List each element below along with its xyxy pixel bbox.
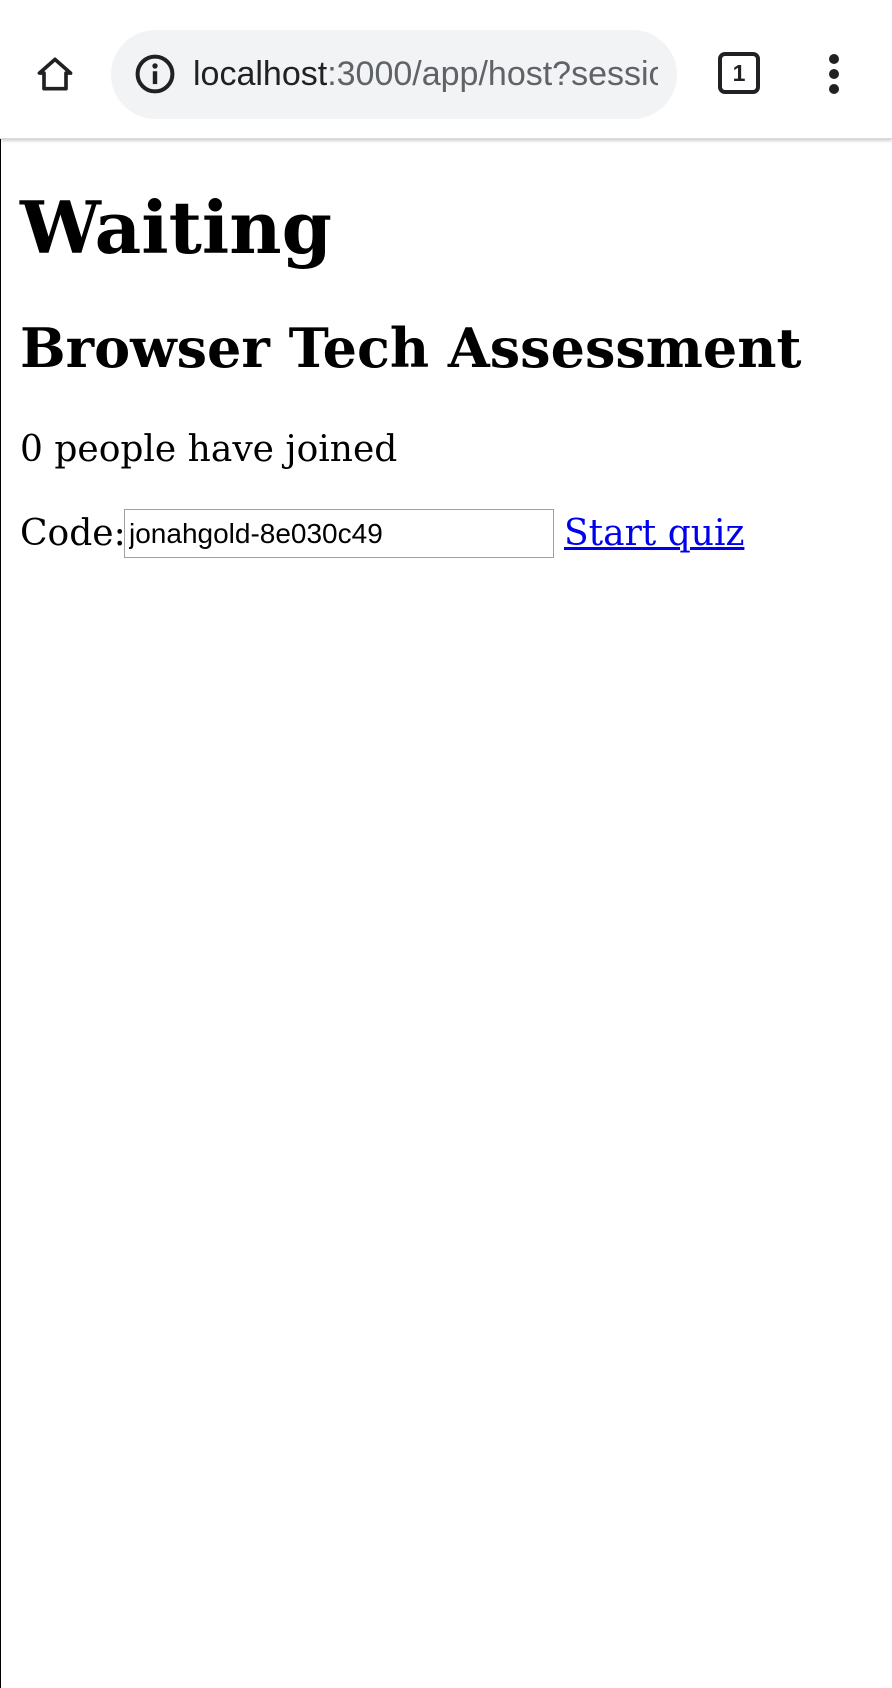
info-icon[interactable] (133, 52, 177, 96)
home-icon (37, 57, 73, 91)
tab-switcher-button[interactable]: 1 (718, 52, 760, 94)
quiz-title: Browser Tech Assessment (20, 316, 802, 380)
code-field[interactable] (124, 509, 554, 558)
page-heading: Waiting (20, 185, 332, 270)
window-edge (0, 0, 1, 1688)
url-path: :3000/app/host?session=jonahgold-8e030c4… (327, 55, 658, 93)
home-button[interactable] (26, 45, 84, 103)
more-menu-button[interactable] (812, 50, 856, 98)
browser-toolbar: localhost:3000/app/host?session=jonahgol… (0, 0, 892, 139)
address-bar[interactable]: localhost:3000/app/host?session=jonahgol… (111, 30, 677, 119)
joined-count-status: 0 people have joined (20, 429, 398, 470)
tab-count: 1 (732, 60, 746, 86)
more-vert-icon (829, 54, 839, 94)
code-label: Code: (20, 513, 126, 554)
url-host: localhost (193, 55, 328, 93)
start-quiz-link[interactable]: Start quiz (564, 512, 744, 556)
url-text[interactable]: localhost:3000/app/host?session=jonahgol… (193, 30, 658, 119)
